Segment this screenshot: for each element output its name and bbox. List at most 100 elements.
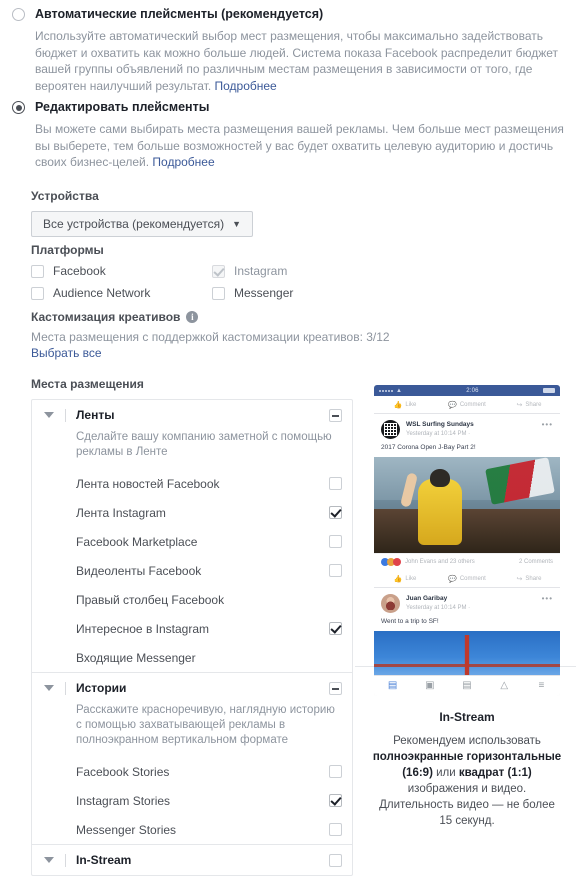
platforms-label: Платформы — [31, 243, 104, 257]
phone-post-2-header: Juan Garibay Yesterday at 10:14 PM · ••• — [374, 588, 560, 617]
chevron-down-icon[interactable] — [44, 412, 54, 418]
comment-action-label: Comment — [459, 401, 486, 408]
automatic-placements-radio[interactable] — [12, 8, 25, 21]
marketplace-icon[interactable]: ▤ — [448, 681, 485, 691]
placement-group-checkbox-stories[interactable] — [329, 681, 342, 695]
avatar — [381, 594, 400, 613]
placement-checkbox-instagram-feed[interactable] — [329, 506, 342, 519]
edit-placements-title: Редактировать плейсменты — [35, 100, 210, 114]
placement-label-facebook-stories: Facebook Stories — [76, 764, 170, 779]
placement-group-header-stories[interactable]: Истории — [32, 673, 352, 703]
chevron-down-icon[interactable] — [44, 857, 54, 863]
like-action-label: Like — [405, 575, 417, 582]
edit-placements-radio[interactable] — [12, 101, 25, 114]
phone-post-1-reactors: John Evans and 23 others — [405, 559, 475, 565]
placement-group-checkbox-feeds[interactable] — [329, 408, 342, 422]
phone-status-time: 2:06 — [466, 387, 479, 394]
battery-icon — [543, 388, 555, 393]
share-action[interactable]: ↪ Share — [498, 396, 560, 413]
placement-label-facebook-video-feeds: Видеоленты Facebook — [76, 563, 202, 578]
edit-placements-row[interactable]: Редактировать плейсменты — [12, 100, 564, 114]
preview-desc-part-2: или — [432, 767, 459, 779]
phone-post-2-image — [374, 631, 560, 675]
image-head — [430, 469, 450, 487]
devices-label: Устройства — [31, 189, 99, 203]
placement-group-in-stream: In-Stream — [32, 845, 352, 875]
like-action[interactable]: 👍 Like — [374, 396, 436, 413]
placement-label-messenger-inbox: Входящие Messenger — [76, 650, 196, 665]
comment-action[interactable]: 💬 Comment — [436, 396, 498, 413]
automatic-placements-option[interactable]: Автоматические плейсменты (рекомендуется… — [12, 7, 564, 94]
preview-description: Рекомендуем использовать полноэкранные г… — [372, 733, 562, 829]
placement-group-checkbox-in-stream[interactable] — [329, 853, 342, 867]
placement-row-facebook-news-feed[interactable]: Лента новостей Facebook — [32, 469, 352, 498]
placement-group-stories: Истории Расскажите красноречивую, нагляд… — [32, 673, 352, 845]
avatar — [381, 420, 400, 439]
placement-group-title-in-stream: In-Stream — [76, 853, 132, 867]
placement-row-facebook-marketplace[interactable]: Facebook Marketplace — [32, 527, 352, 556]
share-action[interactable]: ↪ Share — [498, 570, 560, 587]
automatic-placements-row[interactable]: Автоматические плейсменты (рекомендуется… — [12, 7, 564, 21]
placement-checkbox-messenger-stories[interactable] — [329, 823, 342, 836]
placement-row-instagram-feed[interactable]: Лента Instagram — [32, 498, 352, 527]
placement-row-instagram-explore[interactable]: Интересное в Instagram — [32, 614, 352, 643]
placement-checkbox-instagram-explore[interactable] — [329, 622, 342, 635]
more-options-icon[interactable]: ••• — [542, 420, 553, 429]
automatic-placements-learn-more-link[interactable]: Подробнее — [215, 79, 277, 93]
creative-customization-title: Кастомизация креативов i — [31, 310, 576, 324]
devices-dropdown[interactable]: Все устройства (рекомендуется) ▼ — [31, 211, 254, 237]
info-icon[interactable]: i — [186, 311, 199, 323]
placement-row-facebook-stories[interactable]: Facebook Stories — [32, 757, 352, 786]
placement-checkbox-facebook-stories[interactable] — [329, 765, 342, 778]
phone-post-1: WSL Surfing Sundays Yesterday at 10:14 P… — [374, 414, 560, 588]
feed-icon[interactable]: ▤ — [374, 681, 411, 691]
placement-group-header-feeds[interactable]: Ленты — [32, 400, 352, 430]
menu-icon[interactable]: ≡ — [523, 681, 560, 691]
like-action[interactable]: 👍 Like — [374, 570, 436, 587]
placement-label-instagram-feed: Лента Instagram — [76, 505, 166, 520]
phone-mockup: ▲ 2:06 👍 Like 💬 Comment ↪ Share WSL Surf… — [374, 385, 560, 696]
creative-customization-subtitle: Места размещения с поддержкой кастомизац… — [31, 330, 390, 344]
share-action-label: Share — [525, 575, 542, 582]
phone-bottom-nav: ▤ ▣ ▤ △ ≡ — [374, 675, 560, 696]
placement-row-facebook-right-column[interactable]: Правый столбец Facebook — [32, 585, 352, 614]
preview-desc-part-1: Рекомендуем использовать — [393, 735, 541, 747]
placement-group-title-stories: Истории — [76, 681, 127, 695]
select-all-link-wrap: Выбрать все — [31, 346, 576, 360]
creative-customization-title-text: Кастомизация креативов — [31, 310, 181, 324]
placement-row-instagram-stories[interactable]: Instagram Stories — [32, 786, 352, 815]
placement-checkbox-facebook-news-feed[interactable] — [329, 477, 342, 490]
image-surfer — [418, 479, 462, 545]
placement-checkbox-facebook-video-feeds[interactable] — [329, 564, 342, 577]
automatic-placements-description: Используйте автоматический выбор мест ра… — [35, 28, 564, 94]
placement-checkbox-facebook-marketplace[interactable] — [329, 535, 342, 548]
placement-row-facebook-video-feeds[interactable]: Видеоленты Facebook — [32, 556, 352, 585]
phone-post-2-author: Juan Garibay — [406, 595, 448, 602]
comment-action[interactable]: 💬 Comment — [436, 570, 498, 587]
phone-post-1-actions: 👍 Like 💬 Comment ↪ Share — [374, 570, 560, 588]
platform-checkbox-facebook[interactable]: Facebook — [31, 264, 212, 278]
edit-placements-option[interactable]: Редактировать плейсменты Вы можете сами … — [12, 100, 564, 171]
phone-status-bar: ▲ 2:06 — [374, 385, 560, 396]
image-crowd — [374, 508, 560, 553]
share-icon: ↪ — [516, 401, 523, 409]
select-all-link[interactable]: Выбрать все — [31, 346, 102, 360]
placement-label-instagram-explore: Интересное в Instagram — [76, 621, 210, 636]
chevron-down-icon[interactable] — [44, 685, 54, 691]
more-options-icon[interactable]: ••• — [542, 594, 553, 603]
platform-checkbox-instagram[interactable]: Instagram — [212, 264, 576, 278]
comment-action-label: Comment — [459, 575, 486, 582]
platform-label-instagram: Instagram — [234, 264, 288, 278]
facebook-checkbox[interactable] — [31, 264, 44, 278]
phone-post-2-text: Went to a trip to SF! — [381, 618, 439, 625]
placement-checkbox-instagram-stories[interactable] — [329, 794, 342, 807]
edit-placements-learn-more-link[interactable]: Подробнее — [152, 155, 214, 169]
video-icon[interactable]: ▣ — [411, 681, 448, 691]
placement-row-messenger-inbox[interactable]: Входящие Messenger — [32, 643, 352, 672]
placement-group-header-in-stream[interactable]: In-Stream — [32, 845, 352, 875]
placement-label-messenger-stories: Messenger Stories — [76, 822, 177, 837]
placement-label-facebook-right-column: Правый столбец Facebook — [76, 592, 225, 607]
notifications-icon[interactable]: △ — [486, 681, 523, 691]
placement-row-messenger-stories[interactable]: Messenger Stories — [32, 815, 352, 844]
platforms-grid: Facebook Instagram Audience Network Mess… — [31, 264, 576, 300]
